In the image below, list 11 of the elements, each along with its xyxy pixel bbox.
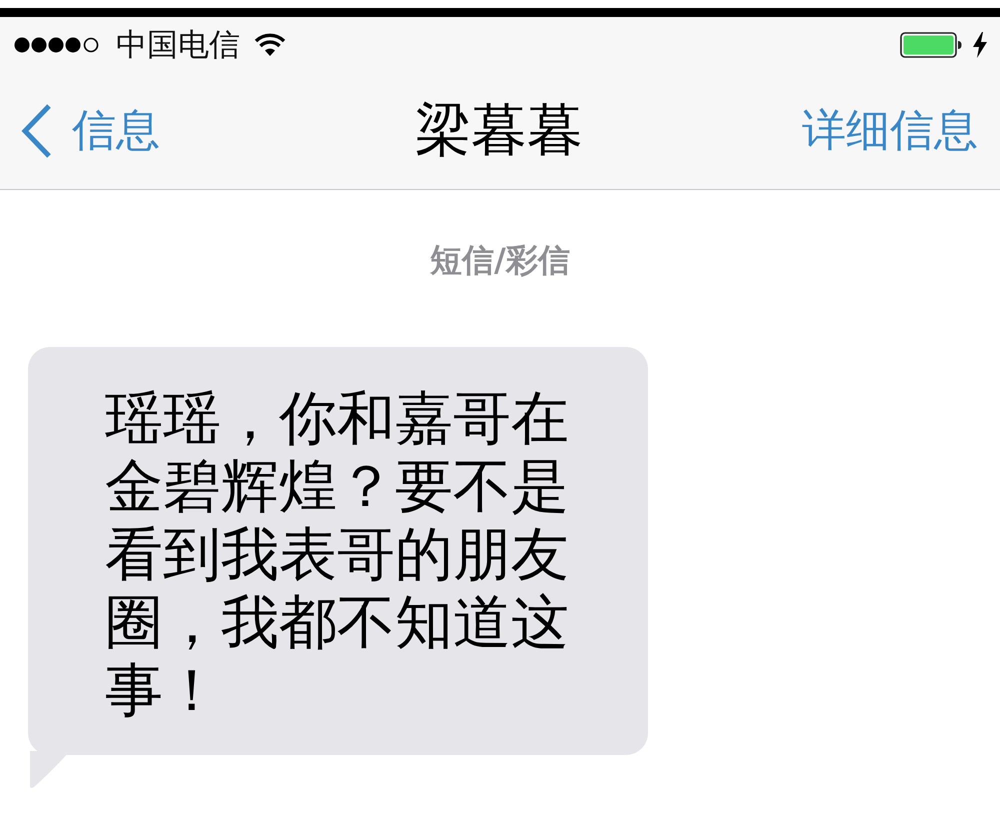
signal-strength-icon [14, 37, 100, 53]
wifi-icon [254, 33, 286, 57]
details-button[interactable]: 详细信息 [802, 103, 978, 159]
back-button[interactable]: 信息 [20, 103, 160, 159]
charging-bolt-icon [972, 32, 988, 58]
chevron-left-icon [20, 103, 52, 159]
service-label: 短信/彩信 [429, 240, 571, 280]
message-text: 瑶瑶，你和嘉哥在金碧辉煌？要不是看到我表哥的朋友圈，我都不知道这事！ [105, 384, 570, 724]
contact-name-title: 梁暮暮 [415, 98, 583, 164]
battery-icon [900, 32, 962, 58]
carrier-name: 中国电信 [116, 27, 240, 63]
